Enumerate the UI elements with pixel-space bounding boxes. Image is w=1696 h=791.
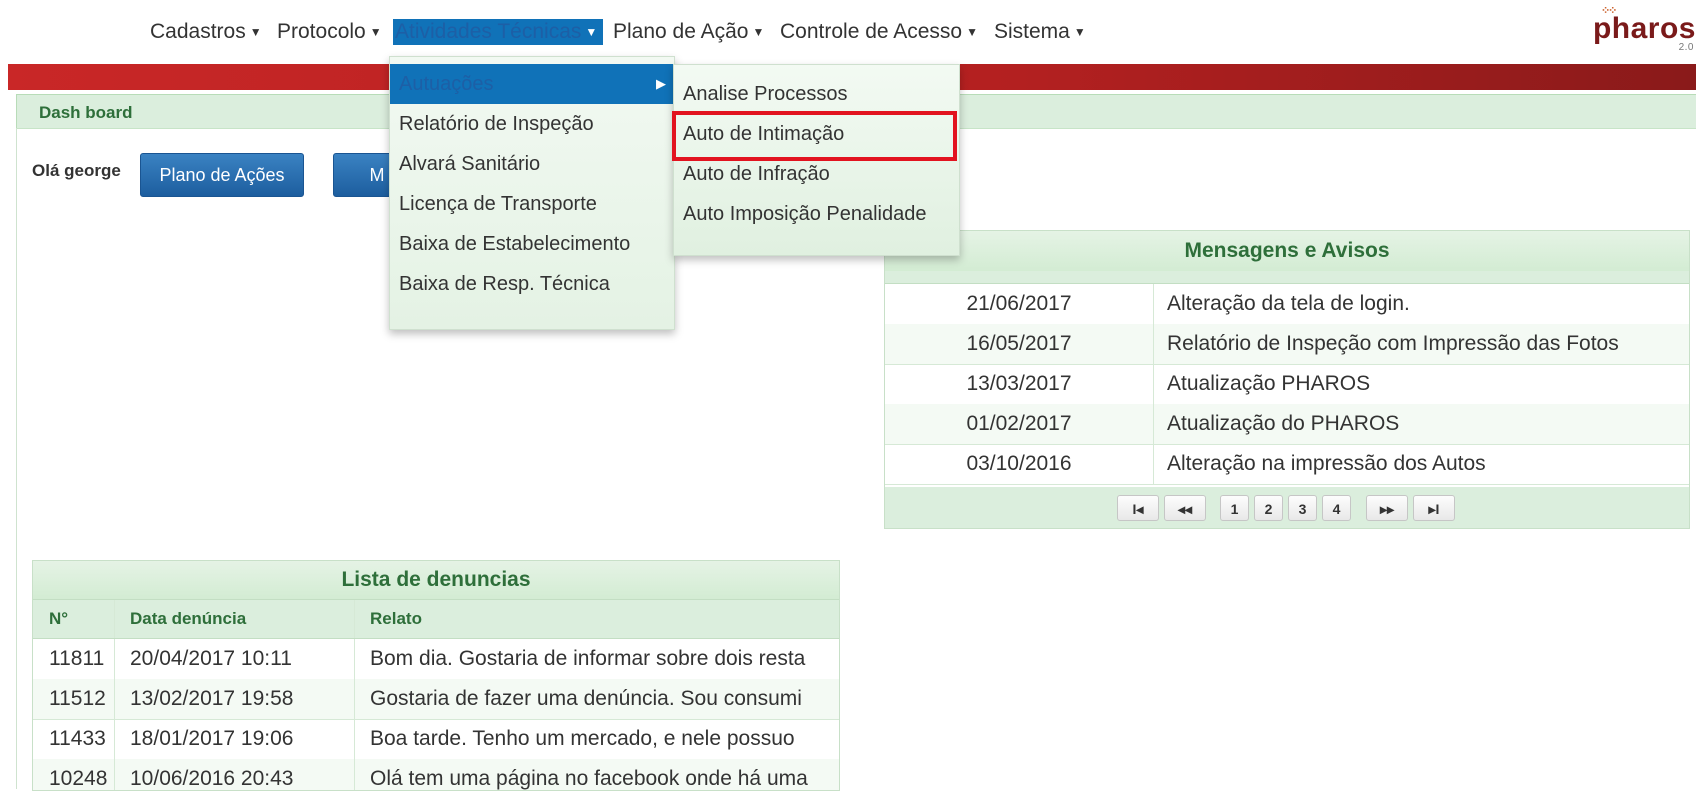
caret-down-icon: ▼ bbox=[369, 25, 382, 39]
menu-item-baixa-resp-tecnica[interactable]: Baixa de Resp. Técnica bbox=[390, 264, 674, 304]
menu-item-baixa-estabelecimento[interactable]: Baixa de Estabelecimento bbox=[390, 224, 674, 264]
caret-down-icon: ▼ bbox=[585, 25, 598, 39]
pager-page-3[interactable]: 3 bbox=[1288, 495, 1317, 521]
messages-header-row bbox=[885, 271, 1689, 284]
atividades-tecnicas-menu: Autuações ▶ Relatório de Inspeção Alvará… bbox=[389, 56, 675, 330]
pharos-logo[interactable]: ⁘⁘ pharos 2.0 bbox=[1593, 5, 1696, 53]
message-date: 13/03/2017 bbox=[966, 372, 1072, 395]
caret-down-icon: ▼ bbox=[249, 25, 262, 39]
cell-date: 20/04/2017 10:11 bbox=[130, 647, 292, 670]
message-row[interactable]: 01/02/2017 Atualização do PHAROS bbox=[885, 404, 1689, 445]
table-row[interactable]: 11512 13/02/2017 19:58 Gostaria de fazer… bbox=[33, 679, 839, 720]
pager-page-4[interactable]: 4 bbox=[1322, 495, 1351, 521]
cell-date: 18/01/2017 19:06 bbox=[130, 727, 294, 750]
denuncias-header-row: N° Data denúncia Relato bbox=[33, 600, 839, 639]
nav-controle-de-acesso[interactable]: Controle de Acesso ▼ bbox=[778, 19, 980, 45]
message-date: 03/10/2016 bbox=[966, 452, 1072, 475]
caret-down-icon: ▼ bbox=[966, 25, 978, 39]
message-text: Relatório de Inspeção com Impressão das … bbox=[1167, 332, 1619, 355]
message-date: 16/05/2017 bbox=[966, 332, 1072, 355]
denuncias-panel: Lista de denuncias N° Data denúncia Rela… bbox=[32, 560, 840, 791]
nav-plano-de-acao[interactable]: Plano de Ação ▼ bbox=[611, 19, 766, 45]
message-row[interactable]: 03/10/2016 Alteração na impressão dos Au… bbox=[885, 444, 1689, 485]
pager-next-button[interactable]: ▸▸ bbox=[1366, 495, 1408, 521]
pager-page-2[interactable]: 2 bbox=[1254, 495, 1283, 521]
nav-cadastros[interactable]: Cadastros ▼ bbox=[148, 19, 264, 45]
message-text: Atualização PHAROS bbox=[1167, 372, 1371, 395]
pager-last-button[interactable]: ▸I bbox=[1413, 495, 1455, 521]
table-row[interactable]: 10248 10/06/2016 20:43 Olá tem uma págin… bbox=[33, 759, 839, 790]
message-text: Alteração da tela de login. bbox=[1167, 292, 1410, 315]
messages-title: Mensagens e Avisos bbox=[1184, 239, 1390, 262]
nav-sistema[interactable]: Sistema ▼ bbox=[992, 19, 1088, 45]
logo-dots-icon: ⁘⁘ bbox=[1600, 5, 1618, 17]
messages-title-bar: Mensagens e Avisos bbox=[885, 231, 1689, 272]
cell-num: 11433 bbox=[49, 727, 106, 750]
cell-relato: Boa tarde. Tenho um mercado, e nele poss… bbox=[370, 727, 795, 750]
header-relato[interactable]: Relato bbox=[370, 600, 839, 638]
message-date: 01/02/2017 bbox=[966, 412, 1072, 435]
top-navbar: Cadastros ▼ Protocolo ▼ Atividades Técnica… bbox=[0, 0, 1696, 64]
menu-item-alvara-sanitario[interactable]: Alvará Sanitário bbox=[390, 144, 674, 184]
denuncias-title: Lista de denuncias bbox=[341, 568, 531, 591]
nav-atividades-tecnicas[interactable]: Atividades Técnicas ▼ bbox=[393, 19, 603, 45]
messages-panel: Mensagens e Avisos 21/06/2017 Alteração … bbox=[884, 230, 1690, 529]
cell-date: 13/02/2017 19:58 bbox=[130, 687, 294, 710]
greeting: Olá george bbox=[32, 161, 121, 180]
message-text: Atualização do PHAROS bbox=[1167, 412, 1400, 435]
pager-prev-button[interactable]: ◂◂ bbox=[1164, 495, 1206, 521]
pager-first-button[interactable]: I◂ bbox=[1117, 495, 1159, 521]
plano-de-acoes-button[interactable]: Plano de Ações bbox=[140, 153, 304, 197]
dashboard-title: Dash board bbox=[39, 103, 133, 122]
header-data-denuncia[interactable]: Data denúncia bbox=[130, 600, 246, 638]
message-date: 21/06/2017 bbox=[966, 292, 1072, 315]
submenu-item-analise-processos[interactable]: Analise Processos bbox=[674, 74, 959, 114]
message-text: Alteração na impressão dos Autos bbox=[1167, 452, 1486, 475]
nav-protocolo[interactable]: Protocolo ▼ bbox=[275, 19, 384, 45]
caret-down-icon: ▼ bbox=[1073, 25, 1086, 39]
dashboard-border bbox=[16, 128, 17, 789]
cell-relato: Olá tem uma página no facebook onde há u… bbox=[370, 767, 808, 790]
table-row[interactable]: 11433 18/01/2017 19:06 Boa tarde. Tenho … bbox=[33, 719, 839, 760]
cell-num: 11811 bbox=[49, 647, 105, 670]
cell-relato: Gostaria de fazer uma denúncia. Sou cons… bbox=[370, 687, 802, 710]
cell-num: 11512 bbox=[49, 687, 106, 710]
cell-date: 10/06/2016 20:43 bbox=[130, 767, 294, 790]
menu-item-licenca-transporte[interactable]: Licença de Transporte bbox=[390, 184, 674, 224]
pager-page-1[interactable]: 1 bbox=[1220, 495, 1249, 521]
cell-num: 10248 bbox=[49, 767, 108, 790]
header-num[interactable]: N° bbox=[49, 600, 68, 638]
highlight-box bbox=[672, 111, 957, 161]
submenu-item-auto-imposicao-penalidade[interactable]: Auto Imposição Penalidade bbox=[674, 194, 959, 234]
table-row[interactable]: 11811 20/04/2017 10:11 Bom dia. Gostaria… bbox=[33, 639, 839, 680]
denuncias-title-bar: Lista de denuncias bbox=[33, 561, 839, 600]
caret-down-icon: ▼ bbox=[752, 25, 765, 39]
cell-relato: Bom dia. Gostaria de informar sobre dois… bbox=[370, 647, 806, 670]
caret-right-icon: ▶ bbox=[656, 76, 666, 91]
message-row[interactable]: 21/06/2017 Alteração da tela de login. bbox=[885, 284, 1689, 325]
menu-item-autuacoes[interactable]: Autuações ▶ bbox=[390, 64, 674, 104]
message-row[interactable]: 13/03/2017 Atualização PHAROS bbox=[885, 364, 1689, 405]
menu-item-relatorio-inspecao[interactable]: Relatório de Inspeção bbox=[390, 104, 674, 144]
messages-pager: I◂ ◂◂ 1 2 3 4 ▸▸ ▸I bbox=[885, 487, 1689, 528]
message-row[interactable]: 16/05/2017 Relatório de Inspeção com Imp… bbox=[885, 324, 1689, 365]
